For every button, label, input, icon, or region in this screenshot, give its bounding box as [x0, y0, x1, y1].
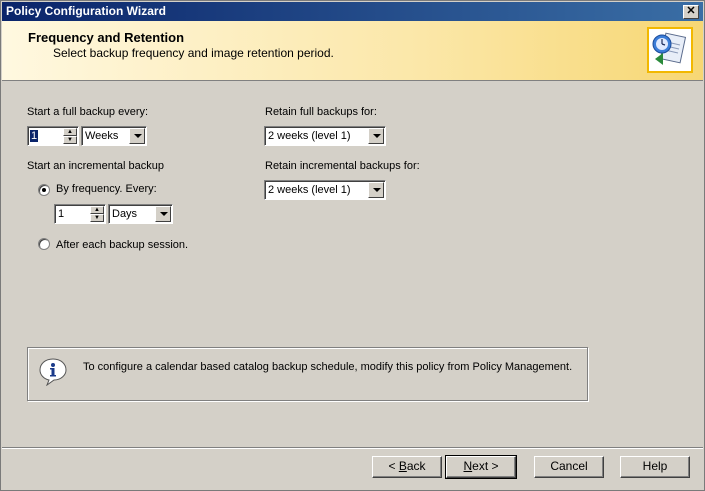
title-bar: Policy Configuration Wizard ✕	[2, 2, 703, 21]
page-subtitle: Select backup frequency and image retent…	[53, 46, 334, 60]
next-button-mnemonic: N	[463, 459, 473, 473]
after-session-radio[interactable]	[38, 238, 50, 250]
page-title: Frequency and Retention	[28, 30, 185, 45]
back-button-mnemonic: B	[398, 459, 407, 473]
after-session-label[interactable]: After each backup session.	[56, 239, 188, 251]
back-button-rest: ack	[406, 459, 426, 473]
incremental-unit-value: Days	[112, 208, 138, 220]
full-backup-label: Start a full backup every:	[27, 106, 149, 118]
close-icon[interactable]: ✕	[683, 5, 699, 19]
window-title: Policy Configuration Wizard	[6, 4, 166, 18]
incremental-spin-arrows[interactable]: ▲ ▼	[90, 206, 104, 222]
retain-full-label: Retain full backups for:	[265, 106, 377, 118]
by-frequency-label[interactable]: By frequency. Every:	[56, 183, 157, 195]
cancel-button[interactable]: Cancel	[534, 456, 604, 478]
schedule-document-icon	[647, 27, 693, 73]
chevron-down-icon[interactable]	[368, 182, 384, 198]
info-message: To configure a calendar based catalog ba…	[83, 361, 573, 373]
full-backup-count-spinner[interactable]: 1 ▲ ▼	[27, 126, 79, 146]
retain-full-select[interactable]: 2 weeks (level 1)	[264, 126, 386, 146]
spin-down-icon[interactable]: ▼	[63, 136, 77, 144]
info-icon	[38, 356, 68, 387]
chevron-down-icon[interactable]	[155, 206, 171, 222]
next-button-rest: ext >	[472, 459, 499, 473]
back-button-prefix: <	[388, 459, 399, 473]
retain-incremental-value: 2 weeks (level 1)	[268, 184, 351, 196]
incremental-backup-label: Start an incremental backup	[27, 160, 164, 172]
full-backup-unit-value: Weeks	[85, 130, 119, 142]
info-panel: To configure a calendar based catalog ba…	[27, 347, 588, 401]
spin-down-icon[interactable]: ▼	[90, 214, 104, 222]
full-backup-unit-select[interactable]: Weeks	[81, 126, 147, 146]
wizard-window: Policy Configuration Wizard ✕ Frequency …	[0, 0, 705, 491]
retain-incremental-label: Retain incremental backups for:	[265, 160, 420, 172]
full-backup-count-value: 1	[30, 130, 39, 142]
by-frequency-radio[interactable]	[38, 184, 50, 196]
help-button[interactable]: Help	[620, 456, 690, 478]
incremental-unit-select[interactable]: Days	[108, 204, 173, 224]
chevron-down-icon[interactable]	[368, 128, 384, 144]
chevron-down-icon[interactable]	[129, 128, 145, 144]
back-button[interactable]: < Back	[372, 456, 442, 478]
retain-full-value: 2 weeks (level 1)	[268, 130, 351, 142]
incremental-count-spinner[interactable]: 1 ▲ ▼	[54, 204, 106, 224]
next-button[interactable]: Next >	[445, 455, 517, 479]
spin-up-icon[interactable]: ▲	[90, 206, 104, 214]
incremental-count-value: 1	[58, 208, 65, 220]
retain-incremental-select[interactable]: 2 weeks (level 1)	[264, 180, 386, 200]
wizard-header: Frequency and Retention Select backup fr…	[2, 21, 703, 81]
footer-separator	[2, 447, 703, 449]
full-backup-spin-arrows[interactable]: ▲ ▼	[63, 128, 77, 144]
spin-up-icon[interactable]: ▲	[63, 128, 77, 136]
